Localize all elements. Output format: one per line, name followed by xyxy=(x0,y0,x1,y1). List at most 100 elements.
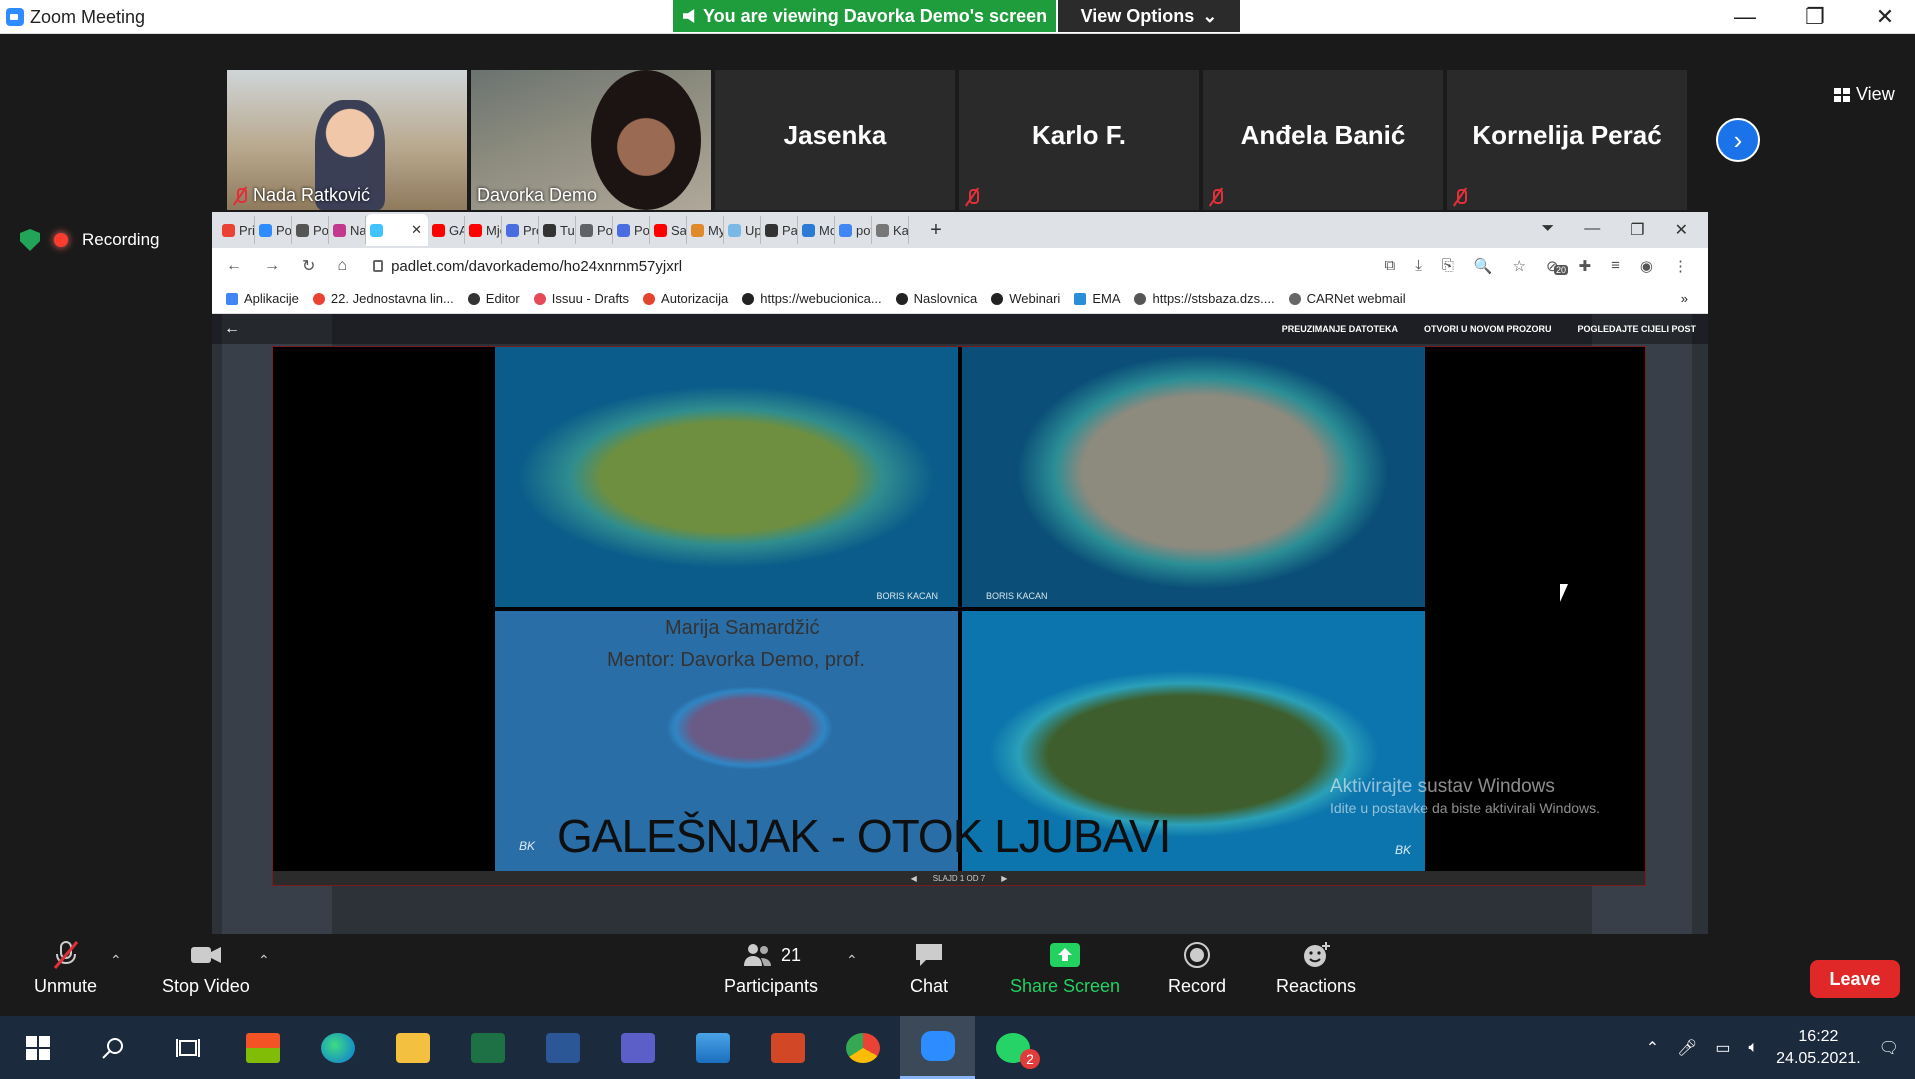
browser-tab[interactable]: Sad xyxy=(650,216,687,244)
browser-tab[interactable]: Mje xyxy=(465,216,502,244)
browser-tab[interactable]: Pov xyxy=(576,216,613,244)
bookmark-item[interactable]: 22. Jednostavna lin... xyxy=(312,291,454,306)
taskbar-app-chrome[interactable] xyxy=(825,1016,900,1079)
bookmark-item[interactable]: Webinari xyxy=(991,291,1060,306)
bookmark-item[interactable]: Editor xyxy=(467,291,520,306)
security-shield-icon[interactable] xyxy=(20,229,40,251)
taskbar-app-edge[interactable] xyxy=(300,1016,375,1079)
browser-tab-active[interactable]: ✕ xyxy=(366,214,428,246)
audio-options-caret-icon[interactable]: ⌃ xyxy=(110,952,122,969)
browser-restore-button[interactable]: ❐ xyxy=(1630,220,1644,240)
taskbar-app-excel[interactable] xyxy=(450,1016,525,1079)
bookmark-item[interactable]: https://webucionica... xyxy=(742,291,882,306)
reading-list-icon[interactable]: ≡ xyxy=(1611,257,1620,275)
browser-tab[interactable]: Moj xyxy=(798,216,835,244)
browser-tab[interactable]: Poš xyxy=(292,216,329,244)
participant-tile[interactable]: Kornelija Perać xyxy=(1447,70,1687,210)
bookmark-item[interactable]: Aplikacije xyxy=(226,291,299,306)
new-tab-button[interactable]: + xyxy=(921,219,951,242)
browser-tab[interactable]: My xyxy=(687,216,724,244)
browser-tab[interactable]: Pro xyxy=(502,216,539,244)
taskbar-app-powerpoint[interactable] xyxy=(750,1016,825,1079)
browser-tab[interactable]: Pos xyxy=(255,216,292,244)
minimize-button[interactable]: — xyxy=(1710,0,1780,34)
prev-slide-icon[interactable]: ◀ xyxy=(911,874,917,883)
taskbar-app-zoom[interactable] xyxy=(900,1016,975,1079)
taskbar-app-teams[interactable] xyxy=(600,1016,675,1079)
translate-icon[interactable]: ⎘ xyxy=(1442,257,1454,275)
restore-button[interactable]: ❐ xyxy=(1780,0,1850,34)
taskbar-app-explorer[interactable] xyxy=(375,1016,450,1079)
volume-icon[interactable]: 🔈︎ xyxy=(1749,1039,1759,1057)
bookmark-item[interactable]: EMA xyxy=(1074,291,1120,306)
profile-avatar[interactable]: ◉ xyxy=(1640,257,1653,275)
tray-overflow-icon[interactable]: ⌃ xyxy=(1646,1038,1659,1058)
bookmark-item[interactable]: Autorizacija xyxy=(643,291,728,306)
start-button[interactable] xyxy=(0,1016,75,1079)
share-screen-button[interactable]: Share Screen xyxy=(1010,940,1120,997)
url-field[interactable]: padlet.com/davorkademo/ho24xnrnm57yjxrl xyxy=(373,258,682,275)
bookmark-item[interactable]: Issuu - Drafts xyxy=(533,291,629,306)
participant-tile[interactable]: Anđela Banić xyxy=(1203,70,1443,210)
view-options-button[interactable]: View Options ⌄ xyxy=(1058,0,1240,32)
participants-options-caret-icon[interactable]: ⌃ xyxy=(846,952,858,969)
browser-tab[interactable]: Upr xyxy=(724,216,761,244)
close-tab-icon[interactable]: ✕ xyxy=(411,222,428,238)
video-options-caret-icon[interactable]: ⌃ xyxy=(258,952,270,969)
bookmark-item[interactable]: Naslovnica xyxy=(895,291,977,306)
bookmark-item[interactable]: CARNet webmail xyxy=(1288,291,1406,306)
unmute-button[interactable]: Unmute xyxy=(34,940,97,997)
back-arrow-icon[interactable]: ← xyxy=(224,320,240,338)
forward-icon[interactable]: → xyxy=(264,257,280,275)
chat-button[interactable]: Chat xyxy=(910,940,948,997)
browser-minimize-button[interactable]: — xyxy=(1584,220,1600,240)
taskbar-app-store[interactable] xyxy=(225,1016,300,1079)
next-slide-icon[interactable]: ▶ xyxy=(1001,874,1007,883)
extension-icon[interactable]: ⊘ 20 xyxy=(1546,257,1568,275)
stop-video-button[interactable]: Stop Video xyxy=(162,940,250,997)
bookmarks-overflow-button[interactable]: » xyxy=(1681,291,1708,306)
taskbar-app-whatsapp[interactable]: 2 xyxy=(975,1016,1050,1079)
screenshot-icon[interactable]: ⧉ xyxy=(1384,257,1395,275)
browser-tab[interactable]: Pris xyxy=(218,216,255,244)
browser-tab[interactable]: Poč xyxy=(613,216,650,244)
record-button[interactable]: Record xyxy=(1168,940,1226,997)
browser-tab[interactable]: Nac xyxy=(329,216,366,244)
taskbar-app-word[interactable] xyxy=(525,1016,600,1079)
reactions-button[interactable]: Reactions xyxy=(1276,940,1356,997)
task-view-button[interactable] xyxy=(150,1016,225,1079)
view-layout-button[interactable]: View xyxy=(1834,84,1895,105)
bookmark-item[interactable]: https://stsbaza.dzs.... xyxy=(1134,291,1275,306)
clock[interactable]: 16:22 24.05.2021. xyxy=(1776,1026,1861,1070)
next-participants-button[interactable]: › xyxy=(1716,118,1760,162)
close-button[interactable]: ✕ xyxy=(1850,0,1915,34)
participants-button[interactable]: 21 Participants xyxy=(724,940,818,997)
tab-search-icon[interactable]: ⏷ xyxy=(1541,220,1554,240)
taskbar-app-photos[interactable] xyxy=(675,1016,750,1079)
zoom-icon[interactable]: 🔍 xyxy=(1474,257,1493,275)
participant-tile[interactable]: Karlo F. xyxy=(959,70,1199,210)
notifications-icon[interactable]: 🗨︎ xyxy=(1879,1038,1899,1058)
participant-tile[interactable]: Jasenka xyxy=(715,70,955,210)
view-full-post-button[interactable]: POGLEDAJTE CIJELI POST xyxy=(1577,324,1696,334)
browser-tab[interactable]: Kali xyxy=(872,216,909,244)
microphone-icon[interactable]: 🎤︎ xyxy=(1677,1038,1697,1058)
install-icon[interactable]: ⤓ xyxy=(1415,257,1422,275)
download-file-button[interactable]: PREUZIMANJE DATOTEKA xyxy=(1282,324,1398,334)
browser-tab[interactable]: pov xyxy=(835,216,872,244)
participant-tile-active-speaker[interactable]: Davorka Demo xyxy=(471,70,711,210)
extensions-puzzle-icon[interactable]: ✚ xyxy=(1579,257,1592,275)
back-icon[interactable]: ← xyxy=(226,257,242,275)
browser-close-button[interactable]: ✕ xyxy=(1675,220,1688,240)
participant-tile[interactable]: Nada Ratković xyxy=(227,70,467,210)
reload-icon[interactable]: ↻ xyxy=(302,256,315,276)
browser-menu-icon[interactable]: ⋮ xyxy=(1673,257,1688,275)
battery-icon[interactable]: ▭ xyxy=(1715,1038,1730,1058)
leave-meeting-button[interactable]: Leave xyxy=(1810,960,1900,998)
search-button[interactable] xyxy=(75,1016,150,1079)
browser-tab[interactable]: Turi xyxy=(539,216,576,244)
open-new-window-button[interactable]: OTVORI U NOVOM PROZORU xyxy=(1424,324,1552,334)
browser-tab[interactable]: GAS xyxy=(428,216,465,244)
bookmark-star-icon[interactable]: ☆ xyxy=(1513,257,1526,275)
home-icon[interactable]: ⌂ xyxy=(337,257,347,275)
